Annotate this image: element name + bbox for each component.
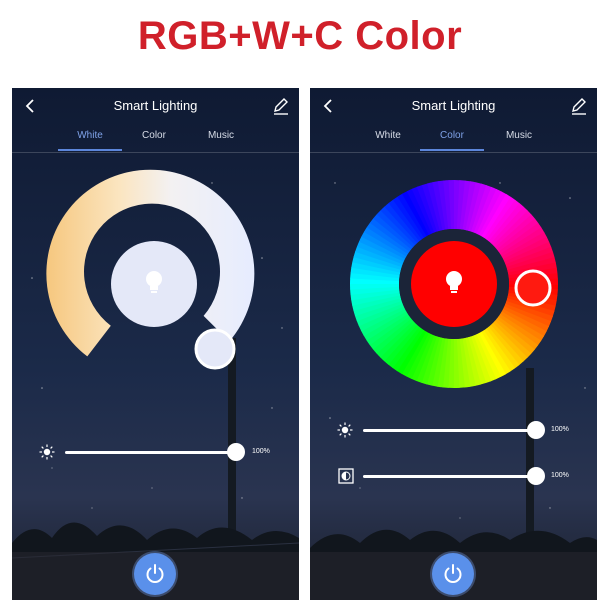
saturation-value: 100% <box>551 472 569 479</box>
wheel-selector-handle[interactable] <box>514 269 552 307</box>
power-icon <box>146 564 164 583</box>
saturation-slider[interactable] <box>363 466 545 486</box>
sun-icon <box>39 444 55 460</box>
slider-track <box>65 451 236 454</box>
power-button[interactable] <box>432 553 474 595</box>
slider-track <box>363 475 536 478</box>
slider-thumb[interactable] <box>227 443 245 461</box>
brightness-value: 100% <box>252 448 270 455</box>
phone-screen-color-mode: Smart Lighting White Color Music 100% 10… <box>310 88 597 600</box>
bottom-bar <box>12 552 299 600</box>
sun-icon <box>337 422 353 438</box>
white-temperature-wheel[interactable] <box>12 88 299 428</box>
brightness-value: 100% <box>551 426 569 433</box>
brightness-slider[interactable] <box>363 420 545 440</box>
brightness-slider[interactable] <box>65 442 245 462</box>
slider-track <box>363 429 536 432</box>
page-headline: RGB+W+C Color <box>137 14 463 58</box>
slider-thumb[interactable] <box>527 421 545 439</box>
slider-thumb[interactable] <box>527 467 545 485</box>
phone-screen-white-mode: Smart Lighting White Color Music 100% <box>12 88 299 600</box>
rgb-color-wheel[interactable] <box>310 88 597 428</box>
wheel-selector-handle[interactable] <box>194 328 236 370</box>
bottom-bar <box>310 552 597 600</box>
contrast-icon <box>338 468 354 484</box>
power-icon <box>444 564 462 583</box>
power-button[interactable] <box>134 553 176 595</box>
